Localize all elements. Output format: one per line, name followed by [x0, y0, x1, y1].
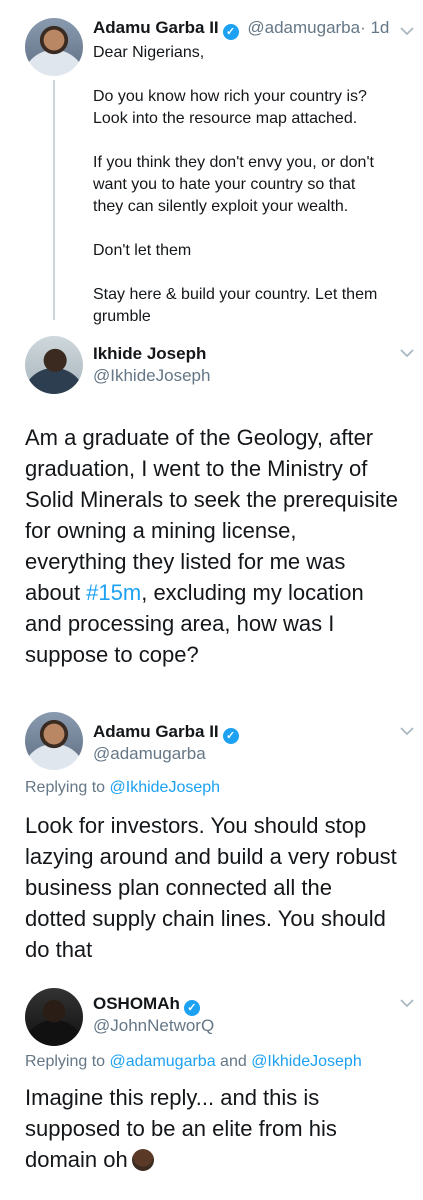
avatar[interactable] — [25, 712, 83, 770]
avatar[interactable] — [25, 988, 83, 1046]
chevron-down-icon[interactable] — [398, 22, 416, 40]
replying-to: Replying to @IkhideJoseph — [25, 779, 221, 796]
verified-badge-icon: ✓ — [222, 728, 239, 744]
author-name[interactable]: Ikhide Joseph — [93, 344, 206, 364]
chevron-down-icon[interactable] — [398, 722, 416, 740]
tweet-body: Am a graduate of the Geology, after grad… — [25, 425, 398, 667]
hashtag-link[interactable]: #15m — [86, 580, 141, 605]
author-handle[interactable]: @adamugarba — [247, 18, 360, 37]
avatar[interactable] — [25, 336, 83, 394]
tweet-timestamp[interactable]: · 1d — [360, 18, 389, 37]
author-name[interactable]: Adamu Garba II ✓ @adamugarba· 1d — [93, 18, 389, 40]
mention-link[interactable]: @IkhideJoseph — [251, 1053, 362, 1070]
author-handle[interactable]: @IkhideJoseph — [93, 366, 210, 386]
mention-link[interactable]: @IkhideJoseph — [110, 779, 221, 796]
author-handle[interactable]: @JohnNetworQ — [93, 1016, 214, 1036]
replying-to: Replying to @adamugarba and @IkhideJosep… — [25, 1053, 362, 1070]
chevron-down-icon[interactable] — [398, 994, 416, 1012]
avatar[interactable] — [25, 18, 83, 76]
author-name[interactable]: OSHOMAh ✓ — [93, 994, 200, 1016]
tweet-body: Dear Nigerians, Do you know how rich you… — [93, 44, 378, 325]
tweet-body: Imagine this reply... and this is suppos… — [25, 1085, 337, 1172]
verified-badge-icon: ✓ — [183, 1000, 200, 1016]
tweet-body: Look for investors. You should stop lazy… — [25, 813, 397, 962]
chevron-down-icon[interactable] — [398, 344, 416, 362]
thread-connector-line — [53, 80, 55, 320]
author-handle[interactable]: @adamugarba — [93, 744, 206, 764]
person-emoji-icon — [131, 1149, 154, 1171]
author-name[interactable]: Adamu Garba II ✓ — [93, 722, 239, 744]
verified-badge-icon: ✓ — [222, 24, 239, 40]
mention-link[interactable]: @adamugarba — [110, 1053, 216, 1070]
